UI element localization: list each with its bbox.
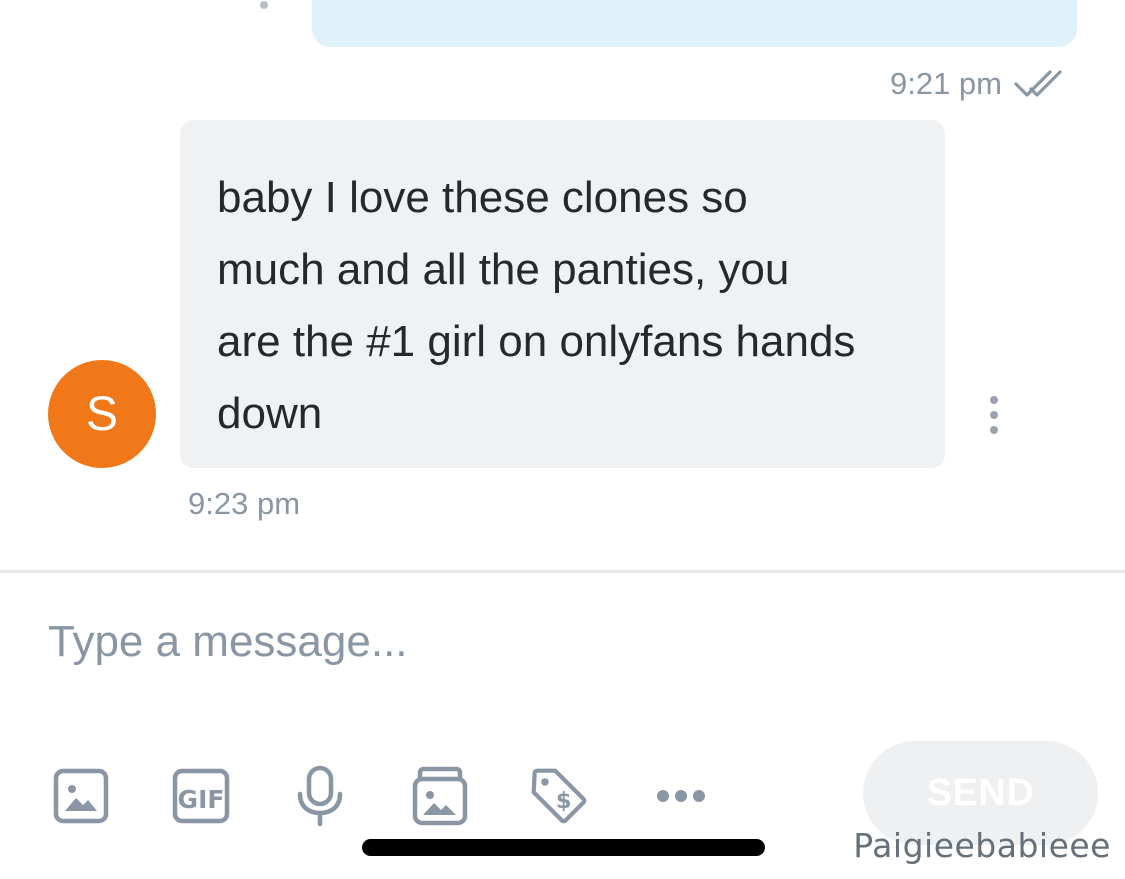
received-message-time: 9:23 pm (188, 486, 301, 521)
dollar-label: $ (556, 788, 572, 814)
composer-divider (0, 570, 1125, 573)
watermark-text: Paigieebabieee (853, 826, 1111, 865)
image-icon[interactable] (51, 766, 111, 826)
sent-message-bubble[interactable] (312, 0, 1077, 47)
home-indicator[interactable] (362, 839, 765, 856)
more-horizontal-icon[interactable] (651, 766, 711, 826)
gif-label: GIF (178, 785, 225, 814)
gif-icon[interactable]: GIF (171, 766, 231, 826)
double-check-icon (1014, 70, 1062, 97)
sender-avatar[interactable]: S (48, 360, 156, 468)
more-vertical-icon[interactable] (983, 396, 1005, 434)
message-input[interactable] (48, 612, 1078, 672)
avatar-initial: S (85, 387, 118, 441)
received-message-bubble[interactable]: baby I love these clones so much and all… (180, 120, 945, 468)
microphone-icon[interactable] (290, 765, 350, 827)
price-tag-dollar-icon[interactable]: $ (529, 766, 589, 826)
sent-message-time: 9:21 pm (889, 66, 1002, 101)
received-message-text: baby I love these clones so much and all… (217, 173, 856, 438)
scroll-indicator-dot (260, 1, 268, 9)
vault-media-icon[interactable] (410, 766, 470, 826)
sent-message-meta: 9:21 pm (890, 64, 1070, 104)
